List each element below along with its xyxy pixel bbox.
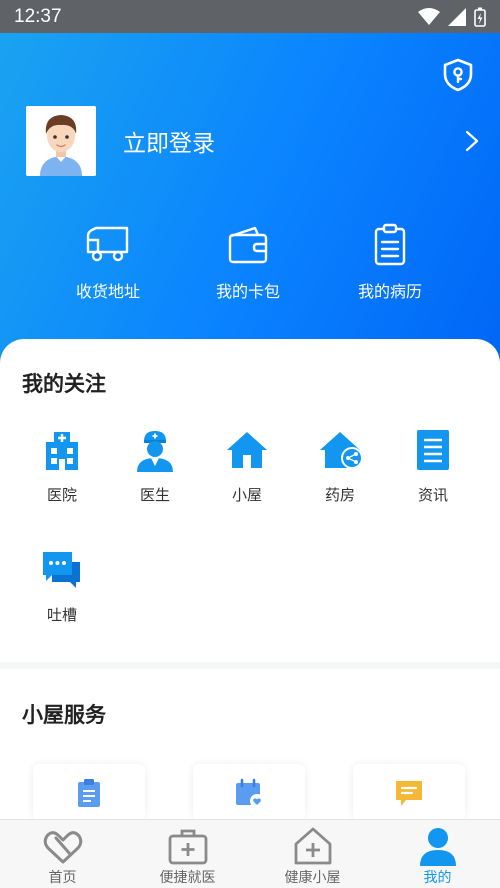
status-icons (418, 7, 486, 27)
service-item-appointment[interactable] (193, 764, 305, 820)
login-link[interactable]: 立即登录 (123, 124, 215, 158)
tab-label: 首页 (48, 870, 77, 886)
favorite-news[interactable]: 资讯 (387, 428, 479, 505)
tab-health-house[interactable]: 健康小屋 (250, 820, 375, 888)
tab-mine[interactable]: 我的 (375, 820, 500, 888)
favorite-doctor[interactable]: 医生 (109, 428, 201, 505)
favorite-label: 医生 (139, 486, 170, 504)
tab-label: 我的 (423, 870, 452, 886)
favorite-hospital[interactable]: 医院 (16, 428, 108, 505)
status-bar: 12:37 (0, 0, 500, 33)
clipboard-icon (78, 779, 100, 807)
favorite-label: 小屋 (231, 486, 262, 504)
favorite-pharmacy[interactable]: 药房 (294, 428, 386, 505)
favorite-label: 吐槽 (46, 606, 77, 624)
heart-logo-icon (43, 831, 82, 864)
avatar[interactable] (26, 106, 96, 176)
chat-icon (43, 552, 80, 588)
bottom-tab-bar: 首页 便捷就医 健康小屋 我的 (0, 819, 500, 888)
quick-action-wallet[interactable]: 我的卡包 (178, 222, 318, 302)
house-icon (227, 432, 267, 468)
services-title: 小屋服务 (22, 703, 106, 727)
favorite-label: 资讯 (417, 486, 448, 504)
service-item-records[interactable] (33, 764, 145, 820)
tab-medical[interactable]: 便捷就医 (125, 820, 250, 888)
house-plus-icon (294, 827, 331, 865)
profile-header (0, 33, 500, 373)
signal-icon (448, 7, 466, 26)
pharmacy-icon (320, 432, 362, 469)
clipboard-icon (374, 223, 406, 266)
quick-action-records[interactable]: 我的病历 (320, 222, 460, 302)
news-icon (417, 430, 449, 470)
person-icon (419, 828, 456, 866)
quick-action-address[interactable]: 收货地址 (38, 222, 178, 302)
favorite-feedback[interactable]: 吐槽 (16, 548, 108, 625)
avatar-image (26, 106, 96, 176)
favorites-title: 我的关注 (22, 372, 106, 396)
truck-icon (86, 226, 129, 262)
quick-action-label: 我的卡包 (215, 282, 280, 301)
favorite-label: 药房 (324, 486, 355, 504)
medical-kit-icon (168, 829, 207, 865)
battery-icon (474, 7, 486, 27)
status-time: 12:37 (14, 5, 62, 27)
tab-label: 便捷就医 (159, 870, 216, 886)
favorite-label: 医院 (46, 486, 77, 504)
chevron-right-icon[interactable] (464, 130, 480, 152)
hospital-icon (46, 432, 78, 470)
favorite-house[interactable]: 小屋 (201, 428, 293, 505)
calendar-heart-icon (236, 778, 264, 808)
tab-label: 健康小屋 (284, 870, 341, 886)
doctor-icon (137, 431, 173, 472)
security-shield-icon[interactable] (441, 58, 475, 92)
service-item-message[interactable] (353, 764, 465, 820)
message-icon (396, 781, 422, 806)
quick-action-label: 收货地址 (75, 282, 140, 301)
tab-home[interactable]: 首页 (0, 820, 125, 888)
wifi-icon (418, 7, 440, 25)
wallet-icon (228, 226, 268, 264)
quick-action-label: 我的病历 (357, 282, 422, 301)
